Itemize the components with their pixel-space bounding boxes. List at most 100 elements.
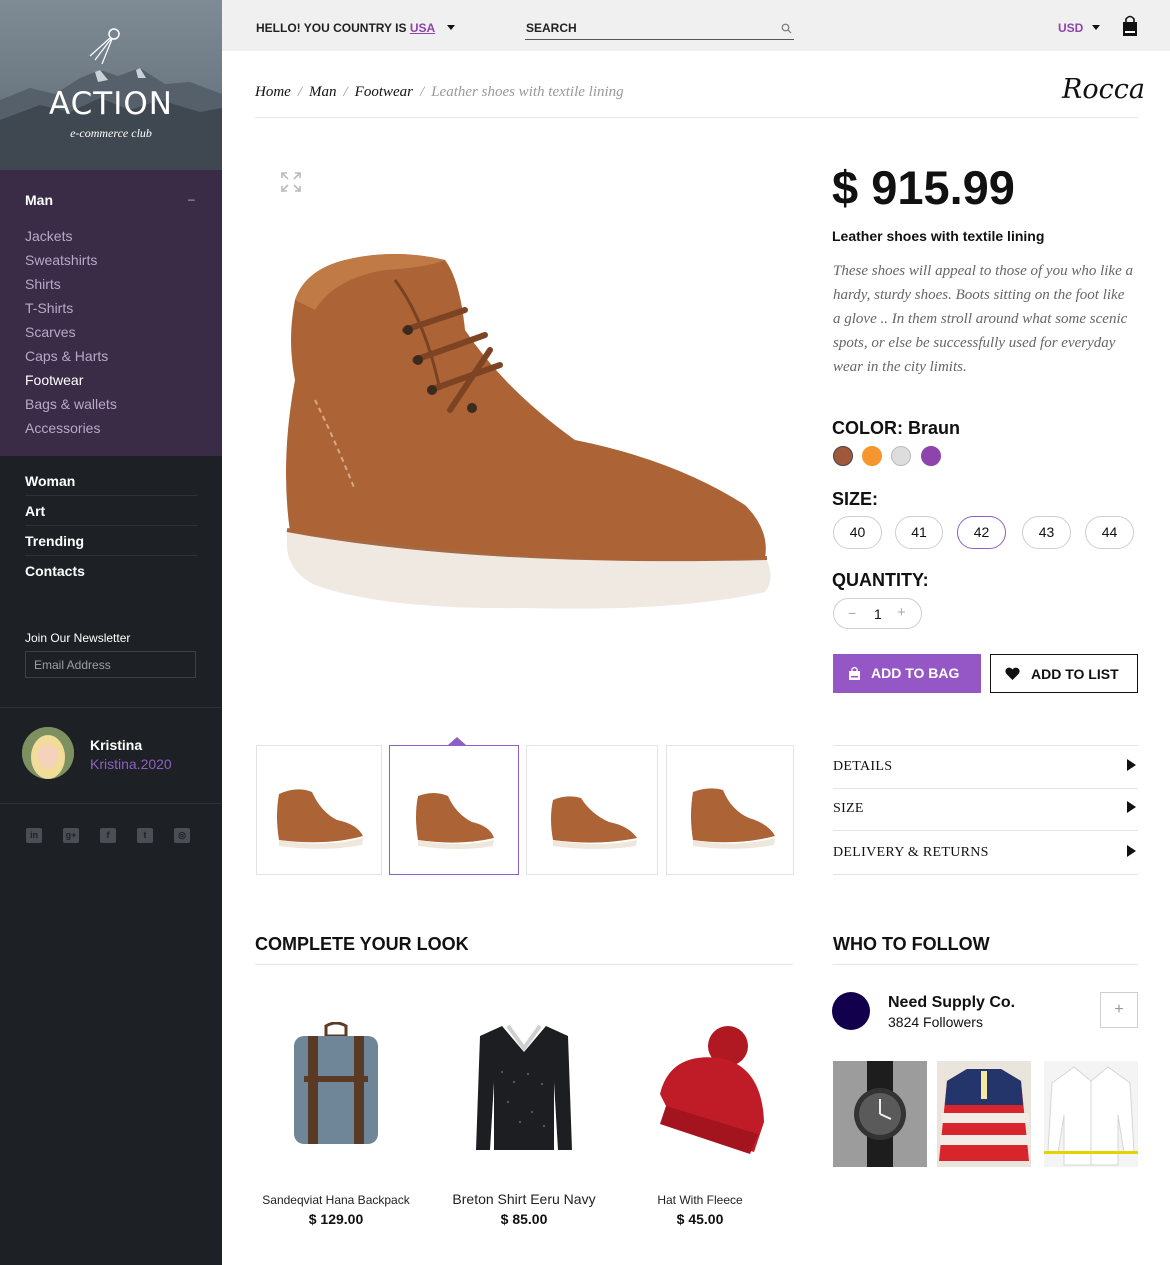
thumbnail-1[interactable] (256, 745, 382, 875)
subcategory-item-footwear[interactable]: Footwear (25, 371, 117, 395)
subcategory-item-sweatshirts[interactable]: Sweatshirts (25, 251, 117, 275)
facebook-icon[interactable]: f (100, 828, 116, 843)
thumbnail-shoe-image (691, 788, 775, 849)
subcategory-item-scarves[interactable]: Scarves (25, 323, 117, 347)
breadcrumb-man[interactable]: Man (309, 84, 337, 100)
subcategory-item-bags[interactable]: Bags & wallets (25, 395, 117, 419)
twitter-icon[interactable]: t (137, 828, 153, 843)
look-item-name[interactable]: Breton Shirt Eeru Navy (444, 1191, 604, 1207)
look-item-name[interactable]: Hat With Fleece (620, 1193, 780, 1207)
search-icon[interactable] (781, 23, 792, 34)
thumbnail-4[interactable] (666, 745, 794, 875)
search-input[interactable]: SEARCH (526, 21, 577, 35)
caret-right-icon (1127, 845, 1136, 857)
country-value[interactable]: USA (410, 21, 435, 35)
size-option-42[interactable]: 42 (957, 516, 1006, 549)
follow-account-name[interactable]: Need Supply Co. (888, 994, 1015, 1012)
accordion-delivery-label: DELIVERY & RETURNS (833, 845, 989, 860)
thumbnail-3[interactable] (526, 745, 658, 875)
social-links: in g+ f t ◎ (26, 828, 211, 843)
currency-selector[interactable]: USD (1058, 21, 1083, 35)
size-option-40[interactable]: 40 (833, 516, 882, 549)
color-swatch-gray[interactable] (891, 446, 911, 466)
thumbnail-2[interactable] (389, 745, 519, 875)
heart-icon (1005, 667, 1020, 680)
collapse-icon[interactable]: – (188, 192, 195, 206)
chevron-down-icon[interactable] (1092, 25, 1100, 30)
divider (833, 964, 1138, 965)
look-item-price: $ 85.00 (500, 1211, 548, 1227)
look-item-price: $ 45.00 (676, 1211, 724, 1227)
shopping-bag-icon[interactable] (1122, 15, 1138, 37)
nav-item-woman[interactable]: Woman (25, 466, 197, 496)
google-plus-icon[interactable]: g+ (63, 828, 79, 843)
complete-look-title: COMPLETE YOUR LOOK (255, 934, 469, 954)
add-to-bag-label: ADD TO BAG (871, 665, 960, 681)
instagram-icon[interactable]: ◎ (174, 828, 190, 843)
divider (255, 964, 793, 965)
country-selector[interactable]: HELLO! YOU COUNTRY IS USA (256, 21, 435, 35)
nav-item-art[interactable]: Art (25, 496, 197, 526)
look-item-name[interactable]: Sandeqviat Hana Backpack (256, 1193, 416, 1207)
thumbnail-shoe-image (277, 789, 363, 849)
size-option-44[interactable]: 44 (1085, 516, 1134, 549)
divider (255, 117, 1138, 118)
follow-account-followers: 3824 Followers (888, 1014, 983, 1030)
follow-image-watch[interactable] (833, 1061, 927, 1167)
watch-image (833, 1061, 927, 1167)
subcategory-item-caps[interactable]: Caps & Harts (25, 347, 117, 371)
accordion-delivery[interactable]: DELIVERY & RETURNS (833, 831, 1138, 875)
quantity-value[interactable]: 1 (874, 606, 882, 622)
add-to-bag-button[interactable]: ADD TO BAG (833, 654, 981, 693)
chevron-down-icon[interactable] (447, 25, 455, 30)
sweater-image (476, 1024, 572, 1150)
user-handle[interactable]: Kristina.2020 (90, 756, 172, 772)
color-swatch-brown[interactable] (833, 446, 853, 466)
breadcrumb-current: Leather shoes with textile lining (431, 84, 624, 100)
subcategory-item-accessories[interactable]: Accessories (25, 419, 117, 443)
sidebar: ACTION e-commerce club Man – Jackets Swe… (0, 0, 222, 1265)
avatar[interactable] (832, 992, 870, 1030)
follow-image-shirt[interactable] (1044, 1061, 1138, 1167)
brand-logo[interactable]: Rocca (1062, 74, 1145, 105)
avatar[interactable] (22, 727, 74, 779)
subcategory-item-shirts[interactable]: Shirts (25, 275, 117, 299)
decrement-button[interactable]: − (848, 605, 856, 621)
logo-subtitle: e-commerce club (70, 126, 152, 140)
expand-icon[interactable] (281, 172, 301, 192)
category-menu: Man – Jackets Sweatshirts Shirts T-Shirt… (0, 170, 222, 456)
add-to-list-button[interactable]: ADD TO LIST (990, 654, 1138, 693)
subcategory-item-jackets[interactable]: Jackets (25, 227, 117, 251)
thumbnail-indicator (448, 737, 466, 745)
subcategory-list: Jackets Sweatshirts Shirts T-Shirts Scar… (25, 227, 117, 443)
linkedin-icon[interactable]: in (26, 828, 42, 843)
top-bar: HELLO! YOU COUNTRY IS USA SEARCH USD (222, 0, 1170, 51)
nav-item-contacts[interactable]: Contacts (25, 556, 197, 586)
increment-button[interactable]: + (897, 604, 906, 621)
product-main-image[interactable] (275, 240, 775, 640)
color-swatch-purple[interactable] (921, 446, 941, 466)
accordion-details[interactable]: DETAILS (833, 745, 1138, 789)
main-nav: Woman Art Trending Contacts (25, 466, 197, 586)
size-option-43[interactable]: 43 (1022, 516, 1071, 549)
accordion-size[interactable]: SIZE (833, 787, 1138, 831)
search-field[interactable]: SEARCH (525, 18, 794, 40)
product-price: $ 915.99 (832, 161, 1015, 214)
color-value: Braun (908, 418, 961, 438)
logo-title: ACTION (49, 86, 173, 122)
nav-item-trending[interactable]: Trending (25, 526, 197, 556)
follow-button[interactable]: + (1100, 992, 1138, 1028)
size-option-41[interactable]: 41 (895, 516, 943, 549)
breadcrumb-separator: / (343, 84, 348, 100)
breadcrumb-separator: / (297, 84, 302, 100)
breadcrumb-home[interactable]: Home (255, 84, 291, 100)
newsletter-email-input[interactable] (25, 651, 196, 678)
category-title[interactable]: Man (25, 192, 53, 208)
who-to-follow-title: WHO TO FOLLOW (833, 934, 990, 954)
logo-banner[interactable]: ACTION e-commerce club (0, 0, 222, 170)
breadcrumb-footwear[interactable]: Footwear (355, 84, 413, 100)
color-swatch-orange[interactable] (862, 446, 882, 466)
thumbnail-shoe-image (551, 796, 637, 849)
follow-image-sweater[interactable] (937, 1061, 1031, 1167)
subcategory-item-t-shirts[interactable]: T-Shirts (25, 299, 117, 323)
